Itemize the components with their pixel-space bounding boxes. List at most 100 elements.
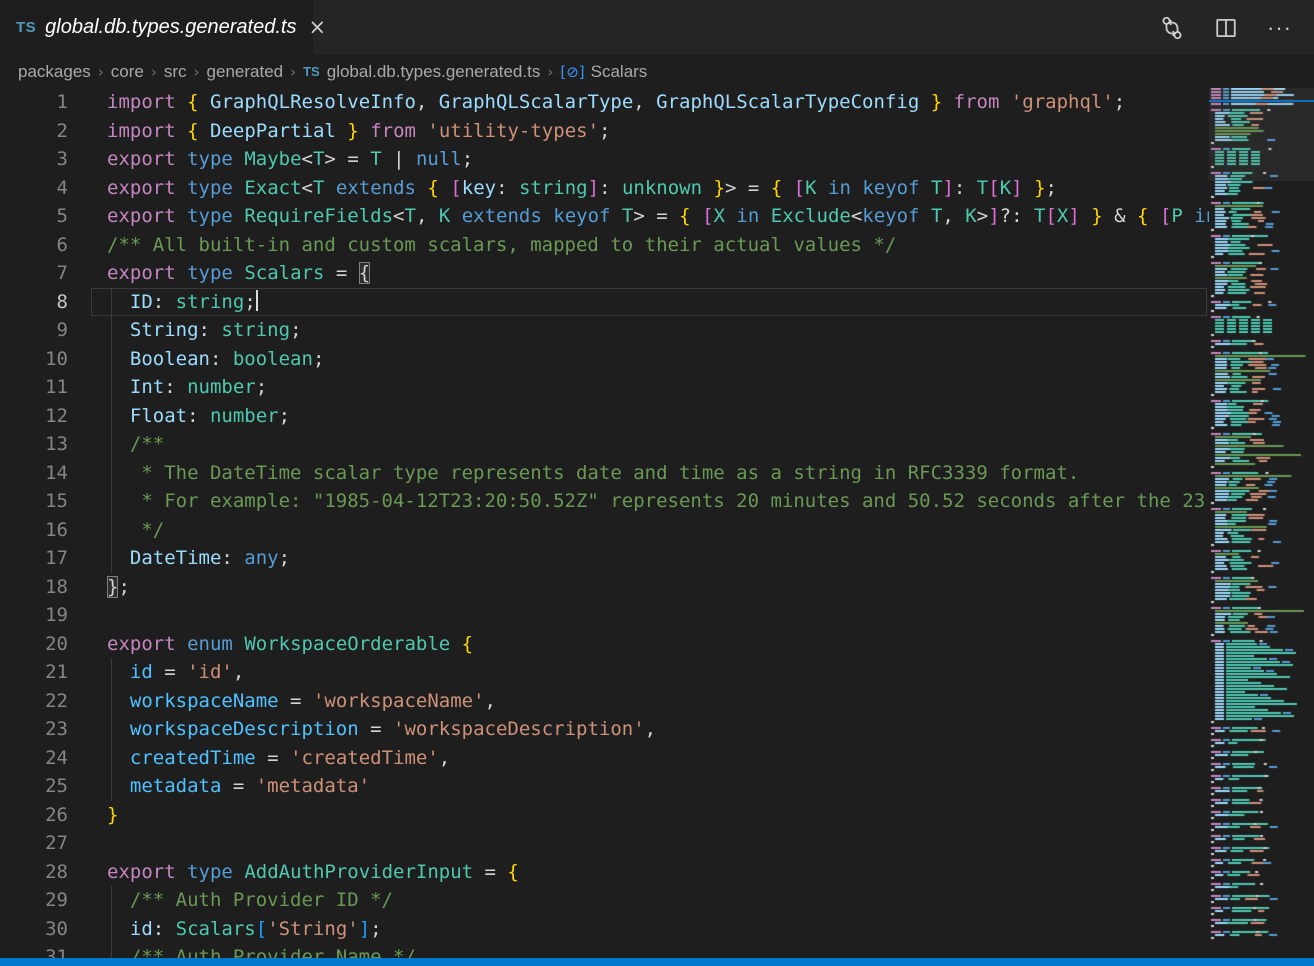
line-number[interactable]: 3	[0, 145, 68, 174]
line-number[interactable]: 14	[0, 459, 68, 488]
line-number[interactable]: 1	[0, 88, 68, 117]
line-number[interactable]: 20	[0, 630, 68, 659]
close-tab-icon[interactable]: ×	[308, 17, 326, 38]
line-number[interactable]: 12	[0, 402, 68, 431]
code-line-13[interactable]: 13 /**	[0, 430, 1209, 459]
code-line-26[interactable]: 26}	[0, 801, 1209, 830]
code-line-19[interactable]: 19	[0, 601, 1209, 630]
line-number[interactable]: 2	[0, 117, 68, 146]
line-number[interactable]: 17	[0, 544, 68, 573]
breadcrumb-label: src	[164, 62, 187, 82]
line-number[interactable]: 23	[0, 715, 68, 744]
code-line-15[interactable]: 15 * For example: "1985-04-12T23:20:50.5…	[0, 487, 1209, 516]
line-number[interactable]: 7	[0, 259, 68, 288]
code-line-text: export enum WorkspaceOrderable {	[107, 630, 473, 659]
line-number[interactable]: 26	[0, 801, 68, 830]
code-line-18[interactable]: 18};	[0, 573, 1209, 602]
tab-global-db-types-generated[interactable]: TS global.db.types.generated.ts ×	[0, 0, 313, 55]
code-line-text: export type AddAuthProviderInput = {	[107, 858, 519, 887]
compare-changes-icon	[1159, 15, 1185, 41]
line-number[interactable]: 8	[0, 288, 68, 317]
line-number[interactable]: 4	[0, 174, 68, 203]
code-line-text: String: string;	[107, 316, 302, 345]
code-line-text: Int: number;	[107, 373, 267, 402]
line-number[interactable]: 25	[0, 772, 68, 801]
code-editor[interactable]: 1import { GraphQLResolveInfo, GraphQLSca…	[0, 88, 1314, 958]
line-number[interactable]: 30	[0, 915, 68, 944]
code-line-text: /** All built-in and custom scalars, map…	[107, 231, 896, 260]
code-line-17[interactable]: 17 DateTime: any;	[0, 544, 1209, 573]
minimap[interactable]	[1209, 88, 1314, 958]
code-line-9[interactable]: 9 String: string;	[0, 316, 1209, 345]
line-number[interactable]: 6	[0, 231, 68, 260]
line-number[interactable]: 24	[0, 744, 68, 773]
line-number[interactable]: 5	[0, 202, 68, 231]
minimap-canvas	[1209, 88, 1314, 958]
code-line-1[interactable]: 1import { GraphQLResolveInfo, GraphQLSca…	[0, 88, 1209, 117]
code-line-text: Boolean: boolean;	[107, 345, 324, 374]
line-number[interactable]: 18	[0, 573, 68, 602]
editor-content[interactable]: 1import { GraphQLResolveInfo, GraphQLSca…	[0, 88, 1209, 958]
symbol-type-icon: [⊘]	[560, 63, 584, 81]
code-line-20[interactable]: 20 export enum WorkspaceOrderable {	[0, 630, 1209, 659]
code-line-5[interactable]: 5export type RequireFields<T, K extends …	[0, 202, 1209, 231]
line-number[interactable]: 11	[0, 373, 68, 402]
line-number[interactable]: 27	[0, 829, 68, 858]
breadcrumb-item-scalars[interactable]: [⊘] Scalars	[560, 62, 647, 82]
code-line-23[interactable]: 23 workspaceDescription = 'workspaceDesc…	[0, 715, 1209, 744]
line-number[interactable]: 13	[0, 430, 68, 459]
code-line-28[interactable]: 28 export type AddAuthProviderInput = {	[0, 858, 1209, 887]
code-line-25[interactable]: 25 metadata = 'metadata'	[0, 772, 1209, 801]
status-bar[interactable]	[0, 958, 1314, 966]
open-changes-button[interactable]	[1159, 15, 1185, 41]
split-editor-button[interactable]	[1213, 15, 1239, 41]
line-number[interactable]: 21	[0, 658, 68, 687]
line-number[interactable]: 28	[0, 858, 68, 887]
breadcrumb-item-core[interactable]: core	[111, 62, 144, 82]
more-actions-button[interactable]: ···	[1267, 15, 1292, 41]
code-line-12[interactable]: 12 Float: number;	[0, 402, 1209, 431]
breadcrumb-item-global-db-types-generated-ts[interactable]: TSglobal.db.types.generated.ts	[303, 62, 540, 82]
code-line-24[interactable]: 24 createdTime = 'createdTime',	[0, 744, 1209, 773]
line-number[interactable]: 16	[0, 516, 68, 545]
code-line-10[interactable]: 10 Boolean: boolean;	[0, 345, 1209, 374]
code-line-22[interactable]: 22 workspaceName = 'workspaceName',	[0, 687, 1209, 716]
code-line-text: /** Auth Provider ID */	[107, 886, 393, 915]
line-number[interactable]: 9	[0, 316, 68, 345]
breadcrumb-item-packages[interactable]: packages	[18, 62, 91, 82]
code-line-text: workspaceDescription = 'workspaceDescrip…	[107, 715, 656, 744]
code-line-text: metadata = 'metadata'	[107, 772, 370, 801]
code-line-6[interactable]: 6 /** All built-in and custom scalars, ma…	[0, 231, 1209, 260]
line-number[interactable]: 10	[0, 345, 68, 374]
line-number[interactable]: 29	[0, 886, 68, 915]
code-line-text: export type Maybe<T> = T | null;	[107, 145, 473, 174]
line-number[interactable]: 19	[0, 601, 68, 630]
code-line-2[interactable]: 2import { DeepPartial } from 'utility-ty…	[0, 117, 1209, 146]
tab-title: global.db.types.generated.ts	[45, 16, 296, 39]
code-line-text: ID: string;	[107, 288, 258, 317]
code-line-8[interactable]: 8 ID: string;	[0, 288, 1209, 317]
code-line-text: }	[107, 801, 118, 830]
code-line-31[interactable]: 31 /** Auth Provider Name */	[0, 943, 1209, 958]
breadcrumb-item-src[interactable]: src	[164, 62, 187, 82]
code-line-7[interactable]: 7export type Scalars = {	[0, 259, 1209, 288]
line-number[interactable]: 31	[0, 943, 68, 958]
line-number[interactable]: 15	[0, 487, 68, 516]
line-number[interactable]: 22	[0, 687, 68, 716]
breadcrumb-label: Scalars	[591, 62, 648, 82]
code-line-30[interactable]: 30 id: Scalars['String'];	[0, 915, 1209, 944]
code-line-21[interactable]: 21 id = 'id',	[0, 658, 1209, 687]
breadcrumb: packages›core›src›generated›TSglobal.db.…	[0, 55, 1314, 88]
code-line-3[interactable]: 3 export type Maybe<T> = T | null;	[0, 145, 1209, 174]
editor-tab-bar: TS global.db.types.generated.ts ×	[0, 0, 1314, 55]
chevron-right-icon: ›	[151, 63, 157, 81]
code-line-16[interactable]: 16 */	[0, 516, 1209, 545]
code-line-29[interactable]: 29 /** Auth Provider ID */	[0, 886, 1209, 915]
code-line-27[interactable]: 27	[0, 829, 1209, 858]
current-line-highlight	[91, 288, 1207, 317]
code-line-4[interactable]: 4export type Exact<T extends { [key: str…	[0, 174, 1209, 203]
code-line-text: };	[107, 573, 130, 602]
breadcrumb-item-generated[interactable]: generated	[207, 62, 284, 82]
code-line-14[interactable]: 14 * The DateTime scalar type represents…	[0, 459, 1209, 488]
code-line-11[interactable]: 11 Int: number;	[0, 373, 1209, 402]
